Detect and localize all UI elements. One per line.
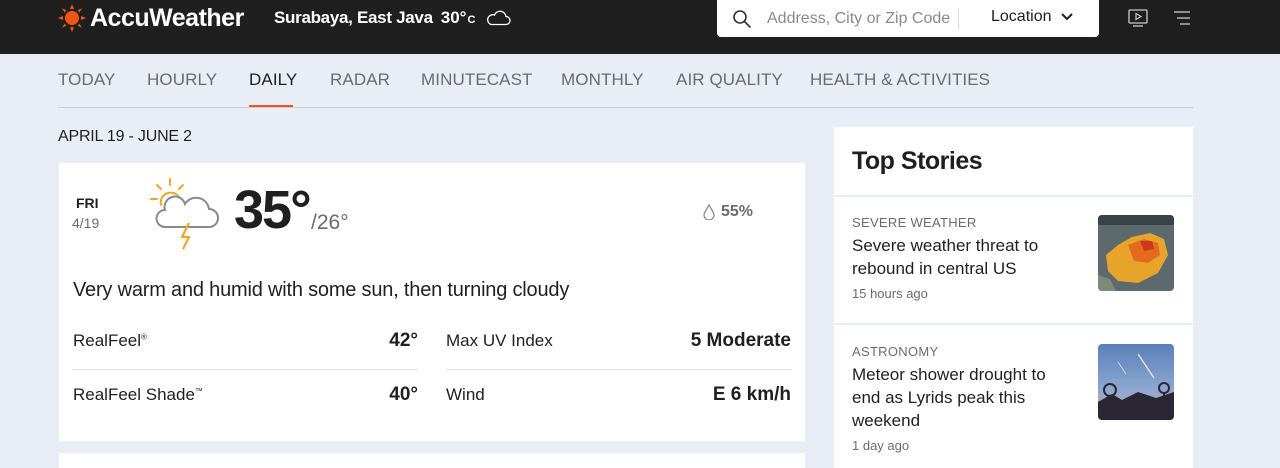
detail-value: E 6 km/h (712, 384, 791, 405)
accuweather-logo[interactable]: AccuWeather (58, 4, 244, 32)
location-button[interactable]: Location (991, 8, 1074, 26)
stories-divider (834, 195, 1193, 197)
tab-daily[interactable]: DAILY (249, 70, 297, 90)
detail-wind: Wind E 6 km/h (446, 384, 791, 406)
high-temperature: 35° (234, 180, 312, 240)
tab-air-quality[interactable]: AIR QUALITY (676, 70, 783, 90)
realfeel-shade-label: RealFeel Shade (73, 385, 195, 404)
top-bar: AccuWeather Surabaya, East Java 30° C Lo… (0, 0, 1280, 54)
detail-value: 5 Moderate (690, 330, 791, 351)
tab-health-activities[interactable]: HEALTH & ACTIVITIES (810, 70, 990, 90)
menu-icon[interactable] (1174, 11, 1190, 25)
detail-label: RealFeel® (73, 331, 147, 351)
realfeel-label: RealFeel (73, 331, 142, 350)
meteor-shower-image (1098, 344, 1174, 420)
forecast-phrase: Very warm and humid with some sun, then … (73, 279, 570, 301)
registered-mark: ® (141, 332, 147, 342)
raindrop-icon (703, 204, 715, 220)
current-location[interactable]: Surabaya, East Java 30° C (274, 8, 512, 28)
search-divider (958, 8, 959, 30)
video-icon[interactable] (1128, 9, 1148, 27)
story-title[interactable]: Meteor shower drought to end as Lyrids p… (852, 363, 1067, 432)
low-temperature: /26° (311, 211, 349, 234)
precipitation-probability: 55% (703, 203, 753, 221)
detail-label: Max UV Index (446, 331, 553, 350)
trademark-mark: ™ (194, 386, 203, 396)
detail-realfeel: RealFeel® 42° (73, 330, 418, 352)
brand-name: AccuWeather (90, 3, 244, 32)
forecast-tabs: TODAY HOURLY DAILY RADAR MINUTECAST MONT… (58, 64, 1193, 108)
severe-weather-map-image (1098, 215, 1174, 291)
current-temp: 30° (440, 8, 467, 27)
top-stories-title: Top Stories (852, 147, 983, 175)
detail-label: Wind (446, 385, 485, 404)
day-of-week: FRI (76, 195, 99, 211)
tab-radar[interactable]: RADAR (330, 70, 390, 90)
cloudy-icon (487, 10, 512, 26)
location-label: Location (991, 8, 1052, 25)
detail-value: 40° (389, 384, 418, 405)
temp-unit: C (467, 14, 476, 26)
meteor-shower-thumbnail[interactable] (1098, 344, 1174, 420)
daily-forecast-card[interactable]: FRI 4/19 35° /26° 55% Very warm and humi… (59, 163, 805, 441)
precip-value: 55% (721, 203, 754, 220)
search-box: Location (717, 0, 1099, 37)
partly-sunny-thunderstorm-icon (150, 178, 219, 250)
tab-today[interactable]: TODAY (58, 70, 116, 90)
detail-label: RealFeel Shade™ (73, 385, 203, 405)
top-stories-panel: Top Stories SEVERE WEATHER Severe weathe… (834, 127, 1193, 468)
current-city: Surabaya, East Java (274, 8, 433, 27)
severe-weather-map-thumbnail[interactable] (1098, 215, 1174, 291)
next-day-card[interactable] (59, 453, 805, 468)
stories-divider (834, 323, 1193, 325)
search-input[interactable] (767, 8, 957, 29)
row-divider (446, 369, 791, 370)
story-title[interactable]: Severe weather threat to rebound in cent… (852, 234, 1067, 280)
tab-monthly[interactable]: MONTHLY (561, 70, 644, 90)
tab-minutecast[interactable]: MINUTECAST (421, 70, 533, 90)
story-time: 1 day ago (852, 438, 910, 453)
detail-max-uv-index: Max UV Index 5 Moderate (446, 330, 791, 352)
tab-hourly[interactable]: HOURLY (147, 70, 217, 90)
day-date: 4/19 (72, 215, 100, 231)
detail-value: 42° (389, 330, 418, 351)
row-divider (73, 369, 418, 370)
date-range: APRIL 19 - JUNE 2 (58, 128, 192, 145)
detail-realfeel-shade: RealFeel Shade™ 40° (73, 384, 418, 406)
search-icon (733, 10, 751, 28)
chevron-down-icon (1060, 13, 1073, 21)
sun-logo-icon (58, 4, 86, 32)
active-tab-indicator (249, 105, 293, 107)
